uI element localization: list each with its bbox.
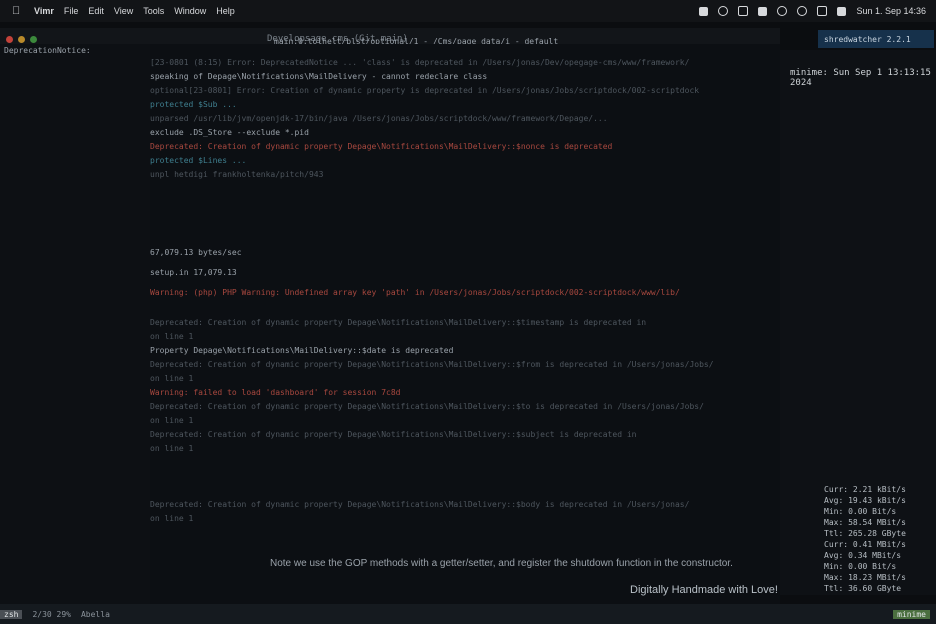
battery-icon[interactable] [817,6,828,16]
terminal-line: Deprecated: Creation of dynamic property… [150,318,647,327]
net-stat: Min: 0.00 Bit/s [824,562,897,571]
menu-app[interactable]: Vimr [34,6,54,16]
terminal-line: Warning: failed to load 'dashboard' for … [150,388,401,397]
browser-note: Note we use the GOP methods with a gette… [270,558,733,569]
close-window-icon[interactable] [6,35,13,43]
github-icon[interactable] [699,6,709,16]
terminal-line: DeprecationNotice: [4,46,91,55]
status-shell[interactable]: zsh [0,609,23,619]
terminal-line: on line 1 [150,444,194,453]
terminal-line: protected $Lines ... [150,156,247,165]
net-stat: Curr: 0.41 MBit/s [824,540,906,549]
net-stat: Avg: 19.43 kBit/s [824,496,906,505]
menu-bar:  Vimr File Edit View Tools Window Help … [0,0,936,22]
terminal-line: Deprecated: Creation of dynamic property… [150,500,690,509]
net-stat: Max: 58.54 MBit/s [824,518,906,527]
tmux-status-line: zsh 2/30 29% Abella minime [0,604,936,624]
terminal-line: Warning: (php) PHP Warning: Undefined ar… [150,288,680,297]
watcher-pill[interactable]: shredwatcher 2.2.1 [818,30,934,48]
terminal-line: Deprecated: Creation of dynamic property… [150,360,714,369]
terminal-line: on line 1 [150,416,194,425]
window-controls [6,35,37,43]
terminal-line: unparsed /usr/lib/jvm/openjdk-17/bin/jav… [150,114,608,123]
status-host[interactable]: minime [893,609,930,619]
browser-footer: Digitally Handmade with Love! [630,584,778,596]
terminal-line: speaking of Depage\Notifications\MailDel… [150,72,488,81]
terminal-line: on line 1 [150,332,194,341]
window-icon[interactable] [738,6,749,16]
minimize-window-icon[interactable] [18,35,25,43]
status-position: 2/30 29% [32,609,71,619]
control-center-icon[interactable] [837,6,847,16]
net-stat: Max: 18.23 MBit/s [824,573,906,582]
terminal-line: Deprecated: Creation of dynamic property… [150,430,637,439]
terminal-line: on line 1 [150,374,194,383]
terminal-line: setup.in 17,079.13 [150,268,237,277]
status-user: Abella [80,609,110,619]
menu-help[interactable]: Help [216,6,235,16]
menu-view[interactable]: View [114,6,133,16]
menu-file[interactable]: File [64,6,79,16]
screen-icon[interactable] [758,6,768,16]
recording-icon[interactable] [718,6,729,16]
zoom-window-icon[interactable] [30,35,37,43]
net-stat: Ttl: 265.28 GByte [824,529,906,538]
menubar-datetime[interactable]: Sun 1. Sep 14:36 [856,6,926,16]
terminal-line: Property Depage\Notifications\MailDelive… [150,346,454,355]
time-machine-icon[interactable] [797,6,808,16]
net-stat: Curr: 2.21 kBit/s [824,485,906,494]
left-terminal-pane[interactable] [0,44,150,604]
terminal-line: on line 1 [150,514,194,523]
menu-edit[interactable]: Edit [88,6,104,16]
terminal-line: Deprecated: Creation of dynamic property… [150,402,704,411]
terminal-line: unpl hetdigi frankholtenka/pitch/943 [150,170,324,179]
net-stat: Min: 0.00 Bit/s [824,507,897,516]
terminal-line: 67,079.13 bytes/sec [150,248,242,257]
network-stats: Curr: 2.21 kBit/s Avg: 19.43 kBit/s Min:… [780,484,936,594]
terminal-line: protected $Sub ... [150,100,237,109]
terminal-line: Deprecated: Creation of dynamic property… [150,142,613,151]
menu-tools[interactable]: Tools [143,6,164,16]
apple-icon[interactable]:  [12,5,28,17]
net-stat: Avg: 0.34 MBit/s [824,551,902,560]
app-menus: Vimr File Edit View Tools Window Help [34,6,235,16]
terminal-line: exclude .DS_Store --exclude *.pid [150,128,309,137]
terminal-line: optional[23-0801] Error: Creation of dyn… [150,86,700,95]
status-icons: Sun 1. Sep 14:36 [699,6,926,16]
terminal-line: [23-0801 (8:15) Error: DeprecatedNotice … [150,58,690,67]
menu-window[interactable]: Window [174,6,206,16]
net-stat: Ttl: 36.60 GByte [824,584,902,593]
pane-clock: minime: Sun Sep 1 13:13:15 2024 [790,68,931,88]
clock-icon[interactable] [777,6,788,16]
